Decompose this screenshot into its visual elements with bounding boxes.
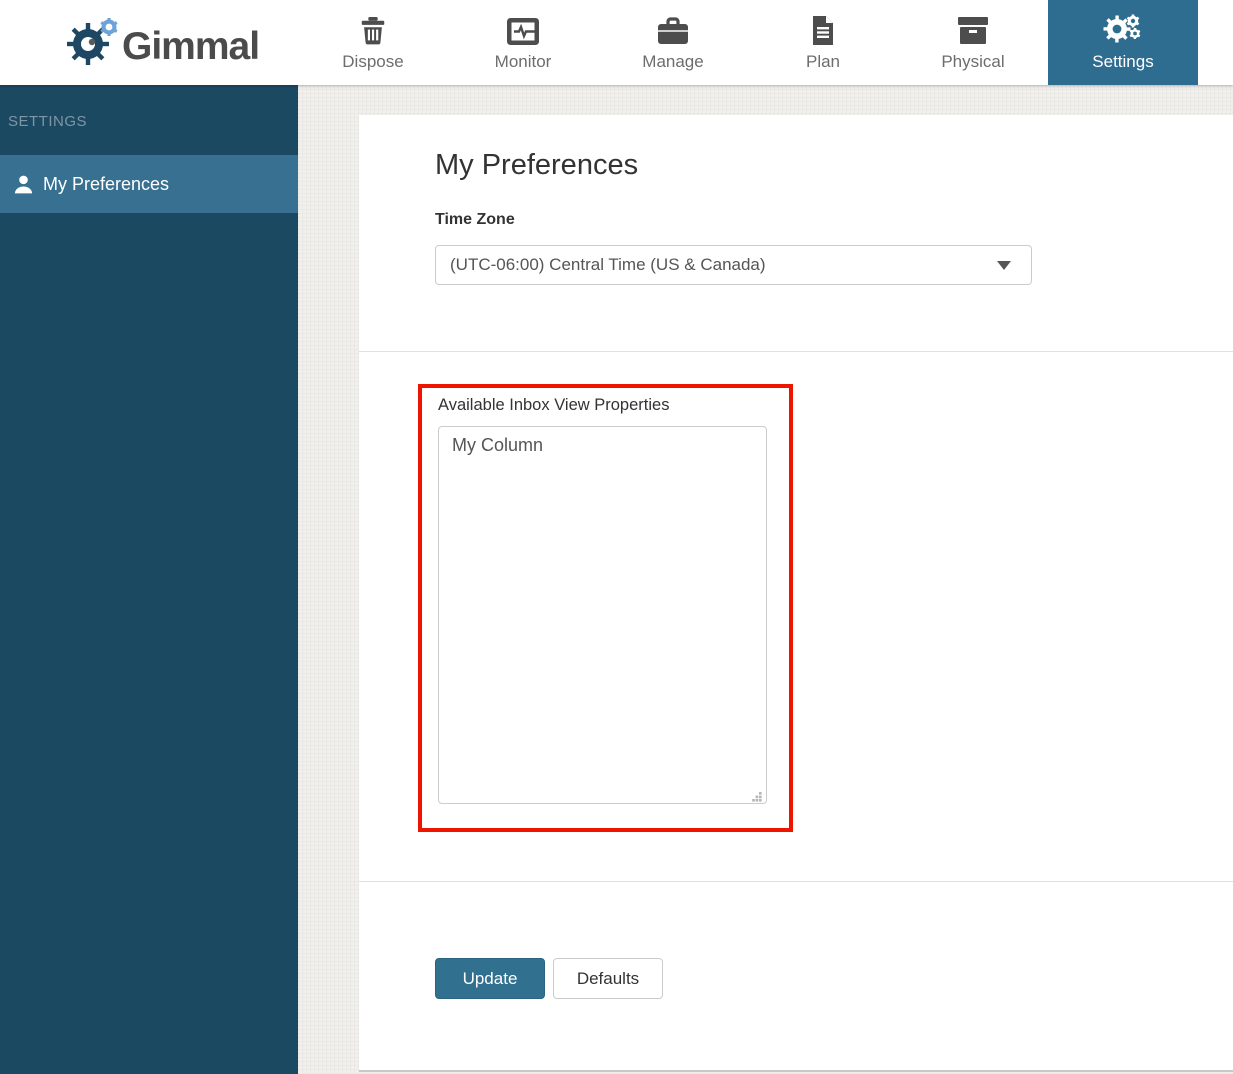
- app-window: Gimmal Dispose Monitor Manage Plan Physi…: [0, 0, 1233, 1074]
- nav-item-settings[interactable]: Settings: [1048, 0, 1198, 85]
- settings-sidebar: SETTINGS My Preferences: [0, 85, 298, 1074]
- nav-label: Dispose: [342, 51, 404, 71]
- monitor-icon: [506, 14, 540, 46]
- nav-label: Physical: [941, 51, 1005, 71]
- nav-label: Settings: [1092, 51, 1154, 71]
- gimmal-logo[interactable]: Gimmal: [64, 0, 260, 85]
- preferences-panel: My Preferences Time Zone (UTC-06:00) Cen…: [359, 115, 1233, 1072]
- sidebar-item-label: My Preferences: [43, 173, 170, 194]
- briefcase-icon: [656, 14, 690, 46]
- page-title: My Preferences: [435, 149, 639, 181]
- timezone-label: Time Zone: [435, 211, 515, 228]
- trash-icon: [358, 14, 388, 46]
- sidebar-section-header: SETTINGS: [8, 113, 88, 130]
- nav-item-physical[interactable]: Physical: [898, 0, 1048, 85]
- brand-name: Gimmal: [122, 24, 260, 68]
- list-item[interactable]: My Column: [452, 435, 766, 456]
- top-navigation-bar: Gimmal Dispose Monitor Manage Plan Physi…: [0, 0, 1233, 85]
- archive-box-icon: [956, 14, 990, 46]
- nav-label: Monitor: [494, 51, 552, 71]
- defaults-button[interactable]: Defaults: [553, 958, 663, 999]
- primary-nav: Dispose Monitor Manage Plan Physical Set…: [298, 0, 1198, 85]
- user-icon: [13, 174, 34, 195]
- update-button[interactable]: Update: [435, 958, 545, 999]
- nav-item-plan[interactable]: Plan: [748, 0, 898, 85]
- action-button-row: Update Defaults: [435, 958, 663, 999]
- content-background: My Preferences Time Zone (UTC-06:00) Cen…: [298, 85, 1233, 1074]
- inbox-properties-listbox[interactable]: My Column: [438, 426, 767, 804]
- section-divider: [359, 881, 1233, 882]
- chevron-down-icon: [997, 260, 1011, 270]
- gimmal-gears-icon: [64, 14, 128, 72]
- inbox-properties-label: Available Inbox View Properties: [438, 396, 670, 414]
- nav-label: Plan: [805, 51, 841, 71]
- nav-item-dispose[interactable]: Dispose: [298, 0, 448, 85]
- document-icon: [810, 14, 836, 46]
- section-divider: [359, 351, 1233, 352]
- nav-item-manage[interactable]: Manage: [598, 0, 748, 85]
- nav-label: Manage: [642, 51, 704, 71]
- resize-grip-icon[interactable]: [752, 789, 762, 802]
- timezone-selected-value: (UTC-06:00) Central Time (US & Canada): [450, 255, 766, 274]
- gears-icon: [1102, 14, 1144, 46]
- sidebar-item-my-preferences[interactable]: My Preferences: [0, 155, 298, 213]
- annotation-highlight-box: Available Inbox View Properties My Colum…: [418, 384, 793, 832]
- nav-item-monitor[interactable]: Monitor: [448, 0, 598, 85]
- timezone-select[interactable]: (UTC-06:00) Central Time (US & Canada): [435, 245, 1032, 285]
